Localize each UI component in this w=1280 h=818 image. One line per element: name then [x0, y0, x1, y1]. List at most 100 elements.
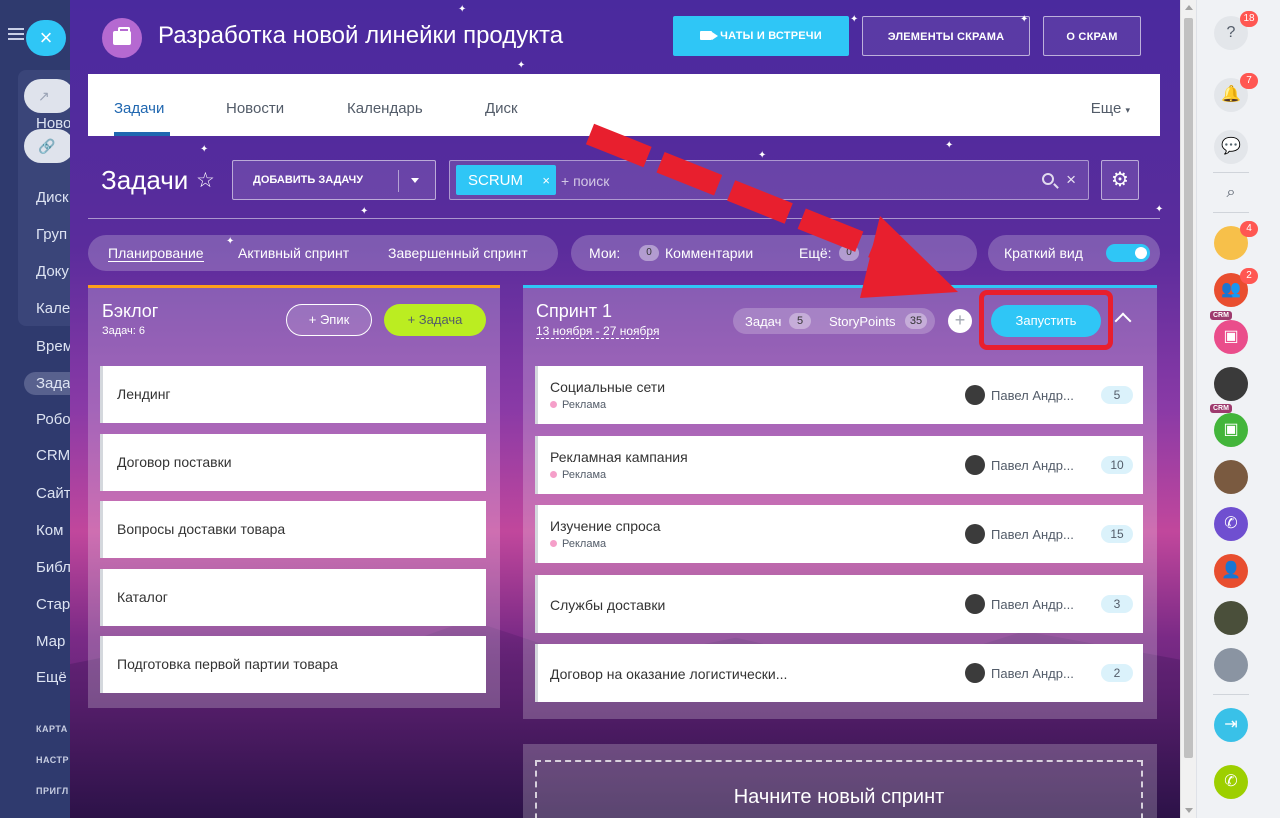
chip-remove-icon[interactable]: × [542, 173, 550, 188]
avatar[interactable] [965, 594, 985, 614]
backlog-item[interactable]: Каталог [100, 569, 486, 626]
scrollbar-thumb[interactable] [1184, 18, 1193, 758]
scrum-elements-button[interactable]: ЭЛЕМЕНТЫ СКРАМА [862, 16, 1030, 56]
left-nav-calendar[interactable]: Кале [36, 300, 70, 317]
search-icon[interactable] [1042, 173, 1054, 185]
page-scrollbar[interactable] [1180, 0, 1196, 818]
menu-icon[interactable] [8, 28, 24, 40]
sprint-item[interactable]: Договор на оказание логистически... Паве… [535, 644, 1143, 702]
left-nav-tasks[interactable]: Зада [24, 372, 70, 395]
crm-chat-icon[interactable]: CRM ▣ [1210, 311, 1248, 354]
help-icon[interactable]: ? 18 [1214, 11, 1258, 50]
project-slider: ✦ ✦ ✦ ✦ ✦ ✦ ✦ ✦ ✦ ✦ Разработка новой лин… [70, 0, 1180, 818]
sprint-dates[interactable]: 13 ноября - 27 ноября [536, 324, 660, 339]
backlog-item[interactable]: Подготовка первой партии товара [100, 636, 486, 693]
clear-icon[interactable]: × [1066, 170, 1076, 190]
backlog-item[interactable]: Вопросы доставки товара [100, 501, 486, 558]
backlog-item[interactable]: Лендинг [100, 366, 486, 423]
chat-avatar-user[interactable] [1214, 601, 1248, 635]
settings-gear-button[interactable]: ⚙ [1101, 160, 1139, 200]
add-epic-button[interactable]: + Эпик [286, 304, 372, 336]
left-nav-library[interactable]: Библ [36, 559, 70, 576]
sprint-item[interactable]: Рекламная кампания Реклама Павел Андр...… [535, 436, 1143, 494]
favorite-star-icon[interactable]: ☆ [196, 168, 215, 193]
side-link-pill[interactable]: ↗ [24, 79, 70, 113]
side-copy-pill[interactable]: 🔗 [24, 129, 70, 163]
scroll-up-icon[interactable] [1185, 5, 1193, 10]
link-icon: 🔗 [38, 138, 56, 154]
brief-view-control: Краткий вид [988, 235, 1160, 271]
search-icon[interactable]: ⌕ [1214, 176, 1248, 210]
story-points-badge: 5 [1101, 386, 1133, 404]
viber-chat-icon[interactable]: ✆ [1214, 507, 1248, 541]
assignee-name[interactable]: Павел Андр... [991, 458, 1074, 473]
left-nav-news[interactable]: Новос [36, 115, 70, 132]
story-points-badge: 15 [1101, 525, 1133, 543]
left-nav-disk[interactable]: Диск [36, 189, 69, 206]
active-tab-underline [114, 132, 170, 136]
left-nav-company[interactable]: Ком [36, 522, 63, 539]
left-nav-market[interactable]: Мар [36, 633, 65, 650]
backlog-item[interactable]: Договор поставки [100, 434, 486, 491]
chats-meetings-button[interactable]: ЧАТЫ И ВСТРЕЧИ [673, 16, 849, 56]
assignee-name[interactable]: Павел Андр... [991, 527, 1074, 542]
avatar[interactable] [965, 455, 985, 475]
about-scrum-button[interactable]: О СКРАМ [1043, 16, 1141, 56]
left-section-invite[interactable]: ПРИГЛ [36, 786, 69, 796]
left-nav-time[interactable]: Врем [36, 338, 70, 355]
tab-news[interactable]: Новости [226, 100, 284, 117]
chat-avatar-user[interactable] [1214, 367, 1248, 401]
sprint-item-tag[interactable]: Реклама [550, 399, 606, 411]
left-nav-groups[interactable]: Груп [36, 226, 67, 243]
group-chat-icon[interactable]: 👥 2 [1214, 268, 1258, 307]
chevron-down-icon[interactable] [411, 178, 419, 183]
chat-avatar-user[interactable]: 4 [1214, 221, 1258, 260]
tabs-more-menu[interactable]: Еще ▾ [1091, 100, 1130, 117]
messages-icon[interactable]: 💬 [1214, 130, 1248, 164]
sprint-item-tag[interactable]: Реклама [550, 469, 606, 481]
scroll-down-icon[interactable] [1185, 808, 1193, 813]
sprint-item-title: Изучение спроса [550, 518, 661, 534]
call-icon[interactable]: ✆ [1214, 765, 1248, 799]
view-planning[interactable]: Планирование [108, 245, 204, 262]
avatar[interactable] [965, 663, 985, 683]
sprint-item-tag[interactable]: Реклама [550, 538, 606, 550]
brief-view-toggle[interactable] [1106, 244, 1150, 262]
bell-icon[interactable]: 🔔 7 [1214, 73, 1258, 112]
left-nav-docs[interactable]: Доку [36, 263, 69, 280]
left-nav-sites[interactable]: Сайт [36, 485, 70, 502]
chat-avatar-user[interactable] [1214, 460, 1248, 494]
tab-disk[interactable]: Диск [485, 100, 518, 117]
add-sprint-task-button[interactable]: + [948, 309, 972, 333]
assignee-name[interactable]: Павел Андр... [991, 666, 1074, 681]
open-lines-icon[interactable]: ⇥ [1214, 708, 1248, 742]
left-nav-robots[interactable]: Робо [36, 411, 70, 428]
assignee-name[interactable]: Павел Андр... [991, 597, 1074, 612]
tab-tasks[interactable]: Задачи [114, 100, 164, 117]
avatar[interactable] [965, 385, 985, 405]
user-chat-icon[interactable]: 👤 [1214, 554, 1248, 588]
assignee-name[interactable]: Павел Андр... [991, 388, 1074, 403]
close-slider-button[interactable]: × [26, 20, 66, 56]
left-section-map[interactable]: КАРТА [36, 724, 68, 734]
left-section-settings[interactable]: НАСТР [36, 755, 69, 765]
bell-badge: 7 [1240, 73, 1258, 89]
add-backlog-task-button[interactable]: + Задача [384, 304, 486, 336]
tab-calendar[interactable]: Календарь [347, 100, 423, 117]
collapse-chevron-icon[interactable] [1114, 312, 1132, 330]
left-nav-crm[interactable]: CRM [36, 447, 70, 464]
crm-chat-icon[interactable]: CRM ▣ [1210, 404, 1248, 447]
new-sprint-dropzone[interactable]: Начните новый спринт [535, 760, 1143, 818]
view-completed-sprint[interactable]: Завершенный спринт [388, 245, 528, 261]
add-task-button[interactable]: ДОБАВИТЬ ЗАДАЧУ [232, 160, 436, 200]
sprint-item[interactable]: Службы доставки Павел Андр... 3 [535, 575, 1143, 633]
filter-chip-scrum[interactable]: SCRUM × [456, 165, 556, 195]
avatar[interactable] [965, 524, 985, 544]
sprint-item[interactable]: Социальные сети Реклама Павел Андр... 5 [535, 366, 1143, 424]
left-nav-start[interactable]: Стар [36, 596, 70, 613]
chat-avatar-user[interactable] [1214, 648, 1248, 682]
sprint-item[interactable]: Изучение спроса Реклама Павел Андр... 15 [535, 505, 1143, 563]
left-nav-more[interactable]: Ещё [36, 669, 67, 686]
view-active-sprint[interactable]: Активный спринт [238, 245, 349, 261]
button-divider [398, 170, 399, 192]
